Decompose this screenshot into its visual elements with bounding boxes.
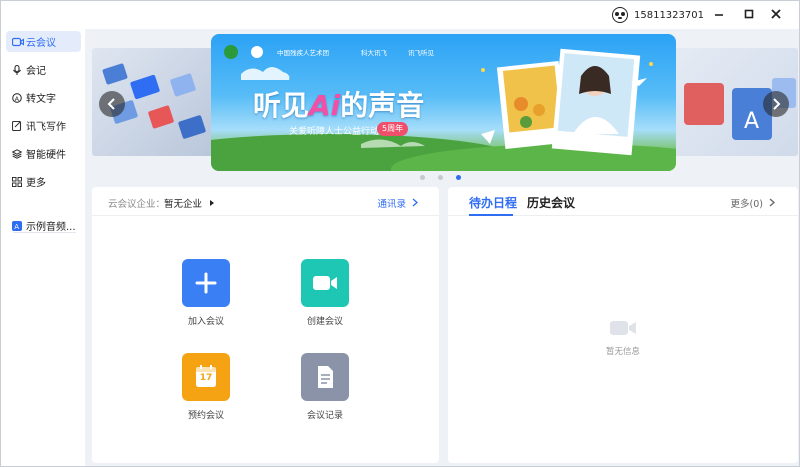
sidebar-item-more[interactable]: 更多 xyxy=(6,171,81,192)
meeting-panel-header: 云会议企业： 暂无企业 通讯录 xyxy=(92,187,439,216)
sidebar-item-hardware[interactable]: 智能硬件 xyxy=(6,143,81,164)
empty-text: 暂无信息 xyxy=(605,347,640,357)
carousel-indicator xyxy=(420,175,461,180)
mic-icon xyxy=(12,64,22,75)
empty-state: 暂无信息 xyxy=(448,317,798,357)
tab-todo-schedule[interactable]: 待办日程 xyxy=(469,194,517,211)
banner-subline: 关爱听障人士公益行动 xyxy=(289,127,380,137)
close-icon[interactable] xyxy=(768,6,784,22)
calendar-day: 17 xyxy=(199,373,213,383)
banner-carousel[interactable]: A 中国残疾人艺术团 科大讯飞 讯飞听见 听见Ai的声音 关爱听障人士公益行动 … xyxy=(92,31,798,176)
empty-camera-icon xyxy=(610,321,636,335)
sidebar-item-label: 智能硬件 xyxy=(26,150,66,161)
carousel-dot-2[interactable] xyxy=(438,175,443,180)
join-meeting-label: 加入会议 xyxy=(187,317,224,327)
chevron-left-icon xyxy=(107,98,115,110)
title-bar: 15811323701 xyxy=(1,1,799,29)
chevron-right-icon xyxy=(769,198,775,207)
meeting-records-button[interactable] xyxy=(301,353,349,401)
create-meeting-label: 创建会议 xyxy=(306,317,343,327)
carousel-prev-button[interactable] xyxy=(99,91,125,117)
user-account[interactable]: 15811323701 xyxy=(612,7,704,23)
company-value: 暂无企业 xyxy=(164,199,203,210)
banner-hero-slide[interactable]: 中国残疾人艺术团 科大讯飞 讯飞听见 听见Ai的声音 关爱听障人士公益行动 5周… xyxy=(211,34,676,171)
anniversary-badge: 5周年 xyxy=(377,122,409,136)
sidebar: 云会议 会记 A 转文字 讯飞写作 智能硬件 更多 A 示例音频... xyxy=(1,29,85,466)
document-icon xyxy=(318,366,333,388)
company-selector[interactable]: 暂无企业 xyxy=(164,196,216,210)
sidebar-item-label: 讯飞写作 xyxy=(26,122,66,133)
create-meeting-button[interactable] xyxy=(301,259,349,307)
video-icon xyxy=(11,37,25,47)
join-meeting-button[interactable] xyxy=(182,259,230,307)
banner-headline: 听见Ai的声音 xyxy=(253,89,425,122)
svg-text:A: A xyxy=(14,223,19,231)
brand-logo-text: 科大讯飞 xyxy=(361,49,387,57)
schedule-meeting-button[interactable]: 17 xyxy=(182,353,230,401)
phone-number: 15811323701 xyxy=(634,9,704,21)
maximize-icon[interactable] xyxy=(741,6,757,22)
sidebar-item-transcribe[interactable]: A 转文字 xyxy=(6,87,81,108)
write-icon xyxy=(11,120,22,131)
tab-history-meetings[interactable]: 历史会议 xyxy=(527,194,575,211)
sidebar-item-label: 更多 xyxy=(26,178,46,189)
grid-icon xyxy=(12,176,22,187)
schedule-panel-header: 待办日程 历史会议 更多(0) xyxy=(448,187,798,216)
sidebar-item-label: 示例音频... xyxy=(26,222,76,233)
carousel-dot-3[interactable] xyxy=(456,175,461,180)
sidebar-item-meeting-notes[interactable]: 会记 xyxy=(6,59,81,80)
plus-icon xyxy=(195,272,217,294)
contacts-link[interactable]: 通讯录 xyxy=(377,196,419,210)
sidebar-item-cloud-meeting[interactable]: 云会议 xyxy=(6,31,81,52)
sidebar-item-label: 会记 xyxy=(26,66,46,77)
svg-text:A: A xyxy=(15,94,20,102)
meeting-panel: 云会议企业： 暂无企业 通讯录 加入会议 创建会议 17 预约会议 会议记录 xyxy=(92,187,439,463)
chevron-right-icon xyxy=(773,98,781,110)
sidebar-item-write[interactable]: 讯飞写作 xyxy=(6,115,81,136)
sidebar-item-sample-audio[interactable]: A 示例音频... xyxy=(6,215,81,236)
brand-sub-text: 讯飞听见 xyxy=(408,49,434,57)
transcribe-icon: A xyxy=(12,92,22,103)
meeting-records-label: 会议记录 xyxy=(306,411,343,421)
schedule-panel: 待办日程 历史会议 更多(0) 暂无信息 xyxy=(448,187,798,463)
app-window: 15811323701 云会议 会记 A 转文字 讯飞写作 智能硬件 更多 A … xyxy=(0,0,800,467)
audio-file-icon: A xyxy=(12,220,22,231)
hardware-icon xyxy=(11,148,23,159)
carousel-dot-1[interactable] xyxy=(420,175,425,180)
camera-icon xyxy=(313,276,337,290)
chevron-right-icon xyxy=(412,198,418,207)
schedule-meeting-label: 预约会议 xyxy=(187,411,224,421)
active-tab-underline xyxy=(469,214,513,216)
sidebar-item-label: 云会议 xyxy=(26,38,56,49)
company-label: 云会议企业： xyxy=(108,199,166,210)
sidebar-item-label: 转文字 xyxy=(26,94,56,105)
svg-text:A: A xyxy=(744,109,759,134)
minimize-icon[interactable] xyxy=(711,6,727,22)
partner-logo-text: 中国残疾人艺术团 xyxy=(277,49,329,57)
more-link[interactable]: 更多(0) xyxy=(731,196,777,210)
carousel-next-button[interactable] xyxy=(763,91,789,117)
caret-right-icon xyxy=(210,200,215,206)
avatar[interactable] xyxy=(612,7,628,23)
